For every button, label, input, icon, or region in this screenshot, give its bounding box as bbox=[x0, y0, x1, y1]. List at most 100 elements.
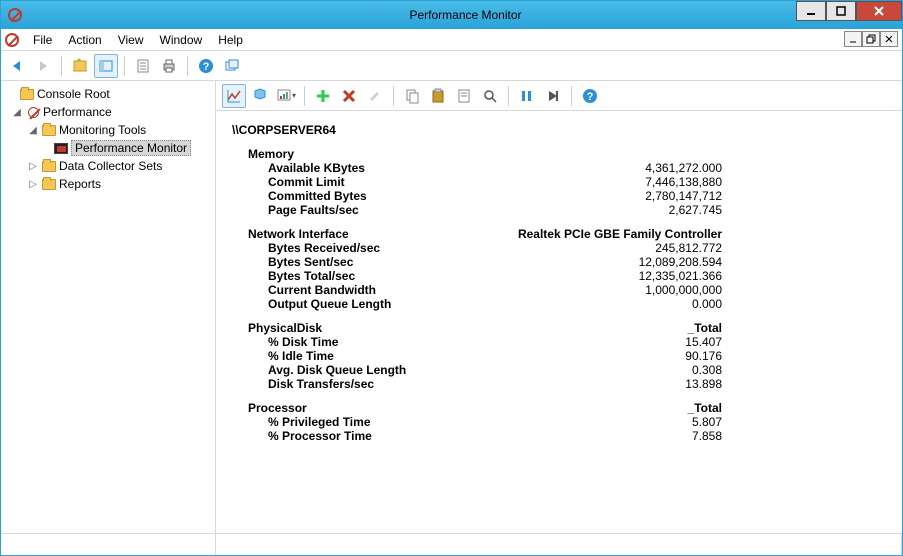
tree-label: Reports bbox=[59, 177, 101, 191]
folder-icon bbox=[41, 158, 57, 174]
menu-file[interactable]: File bbox=[25, 31, 60, 49]
update-data-button[interactable] bbox=[541, 84, 565, 108]
counter-value: 90.176 bbox=[512, 349, 722, 363]
expander-collapse-icon[interactable]: ◢ bbox=[27, 125, 39, 136]
counter-label: % Privileged Time bbox=[232, 415, 512, 429]
menu-help[interactable]: Help bbox=[210, 31, 251, 49]
group-name: Network Interface bbox=[232, 227, 512, 241]
freeze-display-button[interactable] bbox=[515, 84, 539, 108]
counter-row: Avg. Disk Queue Length0.308 bbox=[232, 363, 886, 377]
view-graph-button[interactable] bbox=[222, 84, 246, 108]
show-hide-tree-button[interactable] bbox=[68, 54, 92, 78]
counter-row: % Disk Time15.407 bbox=[232, 335, 886, 349]
counter-value: 7,446,138,880 bbox=[512, 175, 722, 189]
console-tree[interactable]: Console Root ◢ Performance ◢ Monitoring … bbox=[1, 81, 216, 533]
status-cell bbox=[216, 534, 902, 555]
mdi-restore-button[interactable] bbox=[862, 31, 880, 47]
title-bar[interactable]: Performance Monitor bbox=[1, 1, 902, 29]
group-instance: _Total bbox=[512, 321, 722, 335]
counter-group: MemoryAvailable KBytes4,361,272.000Commi… bbox=[232, 147, 886, 217]
window-title: Performance Monitor bbox=[29, 8, 902, 22]
menu-window[interactable]: Window bbox=[152, 31, 211, 49]
minimize-button[interactable] bbox=[796, 1, 826, 21]
show-hide-action-pane-button[interactable] bbox=[94, 54, 118, 78]
menu-view[interactable]: View bbox=[110, 31, 152, 49]
print-button[interactable] bbox=[157, 54, 181, 78]
counter-value: 12,089,208.594 bbox=[512, 255, 722, 269]
counter-row: Bytes Sent/sec12,089,208.594 bbox=[232, 255, 886, 269]
tree-monitoring-tools[interactable]: ◢ Monitoring Tools bbox=[3, 121, 213, 139]
perfmon-toolbar: ▾ ? bbox=[216, 81, 902, 111]
system-menu-icon[interactable] bbox=[5, 33, 19, 47]
tree-label: Data Collector Sets bbox=[59, 159, 162, 173]
counter-label: % Processor Time bbox=[232, 429, 512, 443]
counter-row: % Idle Time90.176 bbox=[232, 349, 886, 363]
new-window-button[interactable] bbox=[220, 54, 244, 78]
svg-text:?: ? bbox=[587, 91, 594, 103]
counter-row: % Processor Time7.858 bbox=[232, 429, 886, 443]
status-bar bbox=[1, 533, 902, 555]
maximize-button[interactable] bbox=[826, 1, 856, 21]
tree-performance[interactable]: ◢ Performance bbox=[3, 103, 213, 121]
report-view[interactable]: \\CORPSERVER64 MemoryAvailable KBytes4,3… bbox=[216, 111, 902, 533]
highlight-button[interactable] bbox=[363, 84, 387, 108]
tree-label: Monitoring Tools bbox=[59, 123, 146, 137]
counter-row: % Privileged Time5.807 bbox=[232, 415, 886, 429]
counter-label: Page Faults/sec bbox=[232, 203, 512, 217]
view-report-button[interactable]: ▾ bbox=[274, 84, 298, 108]
copy-button[interactable] bbox=[400, 84, 424, 108]
mdi-close-button[interactable] bbox=[880, 31, 898, 47]
folder-icon bbox=[41, 122, 57, 138]
tree-console-root[interactable]: Console Root bbox=[3, 85, 213, 103]
tree-data-collector-sets[interactable]: ▷ Data Collector Sets bbox=[3, 157, 213, 175]
app-icon bbox=[1, 8, 29, 22]
counter-value: 1,000,000,000 bbox=[512, 283, 722, 297]
forward-button[interactable] bbox=[31, 54, 55, 78]
tree-label: Performance Monitor bbox=[71, 140, 191, 156]
counter-value: 13.898 bbox=[512, 377, 722, 391]
properties-button[interactable] bbox=[131, 54, 155, 78]
expander-collapse-icon[interactable]: ◢ bbox=[11, 107, 23, 118]
group-instance bbox=[512, 147, 722, 161]
zoom-button[interactable] bbox=[478, 84, 502, 108]
counter-label: Output Queue Length bbox=[232, 297, 512, 311]
add-counter-button[interactable] bbox=[311, 84, 335, 108]
group-name: Memory bbox=[232, 147, 512, 161]
paste-button[interactable] bbox=[426, 84, 450, 108]
status-cell bbox=[1, 534, 216, 555]
toolbar-help-button[interactable]: ? bbox=[578, 84, 602, 108]
mdi-minimize-button[interactable] bbox=[844, 31, 862, 47]
counter-row: Available KBytes4,361,272.000 bbox=[232, 161, 886, 175]
menu-action[interactable]: Action bbox=[60, 31, 109, 49]
counter-label: Avg. Disk Queue Length bbox=[232, 363, 512, 377]
main-toolbar: ? bbox=[1, 51, 902, 81]
counter-label: % Idle Time bbox=[232, 349, 512, 363]
monitor-icon bbox=[53, 140, 69, 156]
properties-counter-button[interactable] bbox=[452, 84, 476, 108]
counter-value: 12,335,021.366 bbox=[512, 269, 722, 283]
counter-label: % Disk Time bbox=[232, 335, 512, 349]
expander-expand-icon[interactable]: ▷ bbox=[27, 179, 39, 190]
help-button[interactable]: ? bbox=[194, 54, 218, 78]
result-pane: ▾ ? \\CORPSERVER64 MemoryAvailable KByte… bbox=[216, 81, 902, 533]
tree-performance-monitor[interactable]: Performance Monitor bbox=[3, 139, 213, 157]
delete-counter-button[interactable] bbox=[337, 84, 361, 108]
counter-row: Bytes Total/sec12,335,021.366 bbox=[232, 269, 886, 283]
counter-row: Current Bandwidth1,000,000,000 bbox=[232, 283, 886, 297]
counter-label: Bytes Total/sec bbox=[232, 269, 512, 283]
counter-label: Bytes Received/sec bbox=[232, 241, 512, 255]
counter-group: Network InterfaceRealtek PCIe GBE Family… bbox=[232, 227, 886, 311]
counter-value: 0.000 bbox=[512, 297, 722, 311]
back-button[interactable] bbox=[5, 54, 29, 78]
counter-row: Bytes Received/sec245,812.772 bbox=[232, 241, 886, 255]
view-histogram-button[interactable] bbox=[248, 84, 272, 108]
body: Console Root ◢ Performance ◢ Monitoring … bbox=[1, 81, 902, 533]
menu-bar: File Action View Window Help bbox=[1, 29, 902, 51]
close-button[interactable] bbox=[856, 1, 902, 21]
group-name: PhysicalDisk bbox=[232, 321, 512, 335]
counter-label: Current Bandwidth bbox=[232, 283, 512, 297]
expander-expand-icon[interactable]: ▷ bbox=[27, 161, 39, 172]
tree-reports[interactable]: ▷ Reports bbox=[3, 175, 213, 193]
counter-value: 4,361,272.000 bbox=[512, 161, 722, 175]
counter-row: Disk Transfers/sec13.898 bbox=[232, 377, 886, 391]
